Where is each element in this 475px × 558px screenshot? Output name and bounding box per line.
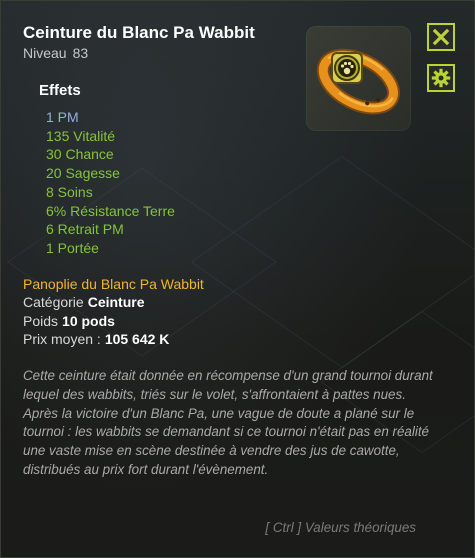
- item-title: Ceinture du Blanc Pa Wabbit: [23, 23, 255, 42]
- category-value: Ceinture: [87, 294, 145, 310]
- price-label: Prix moyen :: [23, 331, 101, 347]
- belt-item-icon: [306, 26, 411, 131]
- background-decoration: [190, 155, 474, 369]
- weight-row: Poids 10 pods: [23, 313, 115, 329]
- item-tooltip: Ceinture du Blanc Pa Wabbit Niveau 83 Ef…: [0, 0, 475, 558]
- effect-vitalite: 135 Vitalité: [46, 127, 116, 144]
- theoretical-values-hint: [ Ctrl ] Valeurs théoriques: [265, 520, 416, 535]
- belt-icon-graphic: [316, 48, 400, 115]
- category-row: Catégorie Ceinture: [23, 294, 145, 310]
- effect-pm: 1 PM: [46, 109, 79, 125]
- close-icon: [432, 28, 450, 46]
- effect-portee: 1 Portée: [46, 239, 99, 256]
- level-value: 83: [72, 45, 89, 61]
- weight-value: 10 pods: [62, 313, 115, 329]
- effect-sagesse: 20 Sagesse: [46, 165, 120, 182]
- effect-soins: 8 Soins: [46, 183, 93, 200]
- weight-label: Poids: [23, 313, 59, 329]
- category-label: Catégorie: [23, 294, 84, 310]
- set-name-link[interactable]: Panoplie du Blanc Pa Wabbit: [23, 276, 204, 292]
- price-value: 105 642 K: [104, 331, 170, 347]
- close-button[interactable]: [427, 23, 455, 51]
- effect-chance: 30 Chance: [46, 146, 114, 163]
- item-description: Cette ceinture était donnée en récompens…: [23, 368, 433, 477]
- effects-list: 1 PM 135 Vitalité 30 Chance 20 Sagesse 8…: [46, 108, 175, 258]
- price-row: Prix moyen :105 642 K: [23, 331, 169, 347]
- effects-header: Effets: [39, 82, 81, 99]
- effect-retrait-pm: 6 Retrait PM: [46, 221, 124, 238]
- effect-resistance-terre: 6% Résistance Terre: [46, 202, 175, 219]
- level-label: Niveau: [23, 45, 67, 61]
- item-level: Niveau 83: [23, 45, 88, 61]
- settings-button[interactable]: [427, 64, 455, 92]
- gear-icon: [431, 68, 451, 88]
